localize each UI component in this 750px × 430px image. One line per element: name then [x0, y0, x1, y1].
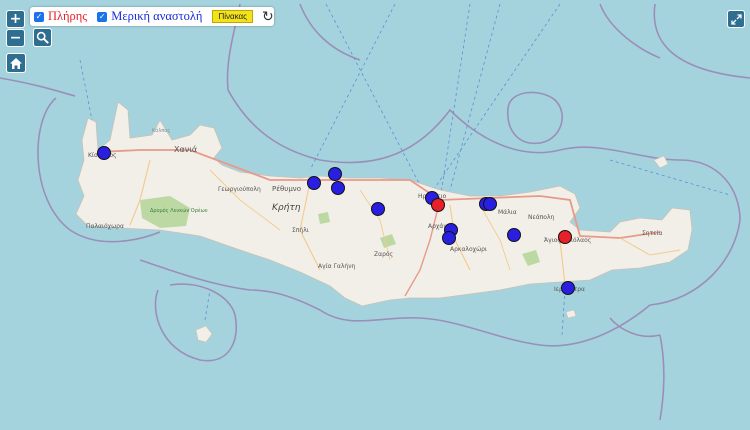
label-sitia: Σητεία — [642, 230, 662, 237]
partial-checkbox[interactable]: ✓ — [97, 11, 108, 22]
marker-full[interactable] — [431, 198, 445, 212]
map[interactable]: Χανιά Ρέθυμνο Γεωργιούπολη Κρήτη Σπήλι Α… — [0, 0, 750, 430]
label-zaros: Ζαρός — [374, 251, 393, 258]
label-palaiochora: Παλαιόχωρα — [86, 223, 124, 230]
filter-bar: ✓ Πλήρης ✓ Μερική αναστολή Πίνακας ↻ — [30, 7, 274, 26]
marker-partial[interactable] — [331, 181, 345, 195]
label-malia: Μάλια — [498, 209, 517, 216]
label-arkalochori: Αρκαλοχώρι — [450, 246, 487, 253]
label-chania: Χανιά — [174, 145, 197, 154]
full-label[interactable]: Πλήρης — [48, 9, 87, 24]
search-button[interactable] — [33, 28, 52, 47]
table-button[interactable]: Πίνακας — [212, 10, 253, 23]
marker-partial[interactable] — [561, 281, 575, 295]
label-georgioupoli: Γεωργιούπολη — [218, 186, 261, 193]
label-agia-galini: Αγία Γαλήνη — [318, 263, 356, 270]
home-icon — [10, 57, 22, 69]
marker-partial[interactable] — [97, 146, 111, 160]
marker-full[interactable] — [558, 230, 572, 244]
partial-label[interactable]: Μερική αναστολή — [111, 9, 202, 24]
zoom-in-button[interactable]: + — [6, 10, 25, 28]
label-rethymno: Ρέθυμνο — [272, 185, 301, 193]
map-canvas[interactable]: Χανιά Ρέθυμνο Γεωργιούπολη Κρήτη Σπήλι Α… — [0, 0, 750, 430]
marker-partial[interactable] — [371, 202, 385, 216]
gavdos-island — [195, 325, 213, 343]
expand-icon — [730, 13, 742, 25]
label-crete: Κρήτη — [272, 203, 301, 213]
marker-partial[interactable] — [483, 197, 497, 211]
zoom-out-button[interactable]: − — [6, 29, 25, 47]
label-akrotiri: Κόλπος — [152, 127, 170, 134]
chrysi-island — [565, 309, 577, 319]
magnifier-icon — [36, 31, 49, 44]
marker-partial[interactable] — [307, 176, 321, 190]
label-neapoli: Νεάπολη — [528, 214, 555, 221]
label-samaria: Δρυμός Λευκών Ορέων — [150, 207, 208, 214]
home-button[interactable] — [6, 53, 26, 73]
refresh-icon[interactable]: ↻ — [262, 10, 274, 24]
label-spili: Σπήλι — [292, 227, 309, 234]
marker-partial[interactable] — [328, 167, 342, 181]
marker-partial[interactable] — [442, 231, 456, 245]
full-checkbox[interactable]: ✓ — [34, 11, 44, 22]
marker-partial[interactable] — [507, 228, 521, 242]
expand-button[interactable] — [727, 10, 745, 28]
